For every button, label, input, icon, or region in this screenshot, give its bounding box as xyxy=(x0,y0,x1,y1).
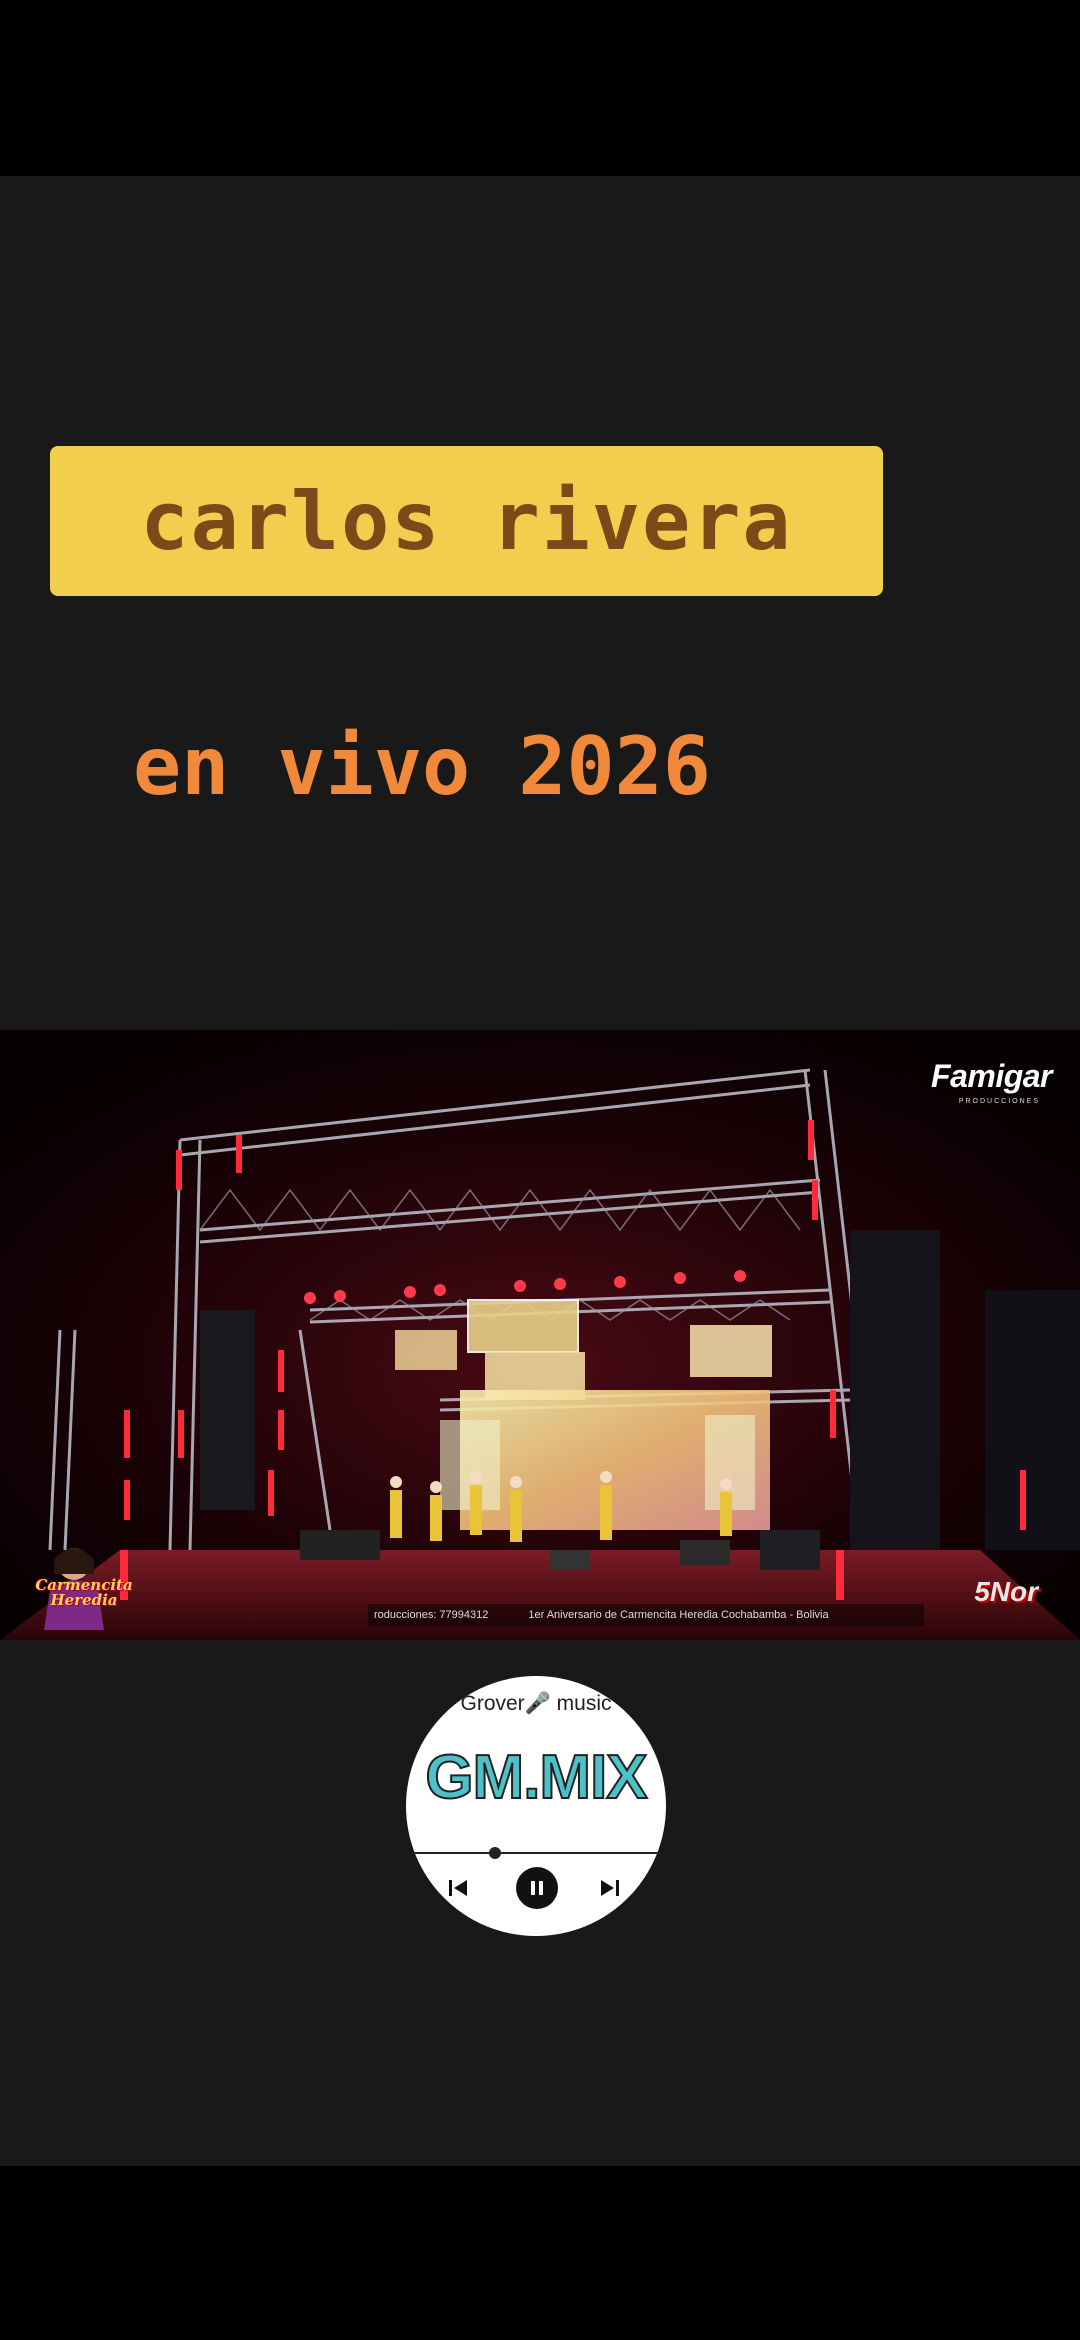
progress-track[interactable] xyxy=(414,1852,658,1854)
title-label-box: carlos rivera xyxy=(50,446,883,596)
famigar-watermark: Famigar xyxy=(931,1058,1052,1094)
concert-video-frame[interactable]: Famigar PRODUCCIONES Carmencita Heredia … xyxy=(0,1030,1080,1640)
skip-next-icon[interactable] xyxy=(596,1872,624,1904)
pause-icon[interactable] xyxy=(516,1867,558,1909)
famigar-watermark-sub: PRODUCCIONES xyxy=(958,1098,1040,1105)
progress-knob[interactable] xyxy=(488,1847,501,1859)
top-black-bar xyxy=(0,0,1080,176)
carmencita-logo: Carmencita Heredia xyxy=(14,1530,133,1630)
ticker-item: 1er Aniversario de Carmencita Heredia Co… xyxy=(528,1609,829,1621)
player-brand-text: GM.MIX xyxy=(424,1742,648,1813)
carmencita-logo-text: Carmencita Heredia xyxy=(35,1576,133,1609)
subtitle-text: en vivo 2026 xyxy=(133,720,711,813)
title-text: carlos rivera xyxy=(140,474,793,568)
music-player-widget[interactable]: Grover🎤 music GM.MIX xyxy=(406,1676,666,1936)
anniversary-logo-text: 5Nor xyxy=(974,1576,1038,1607)
video-ticker: roducciones: 77994312 1er Aniversario de… xyxy=(368,1604,924,1626)
player-top-label: Grover🎤 music xyxy=(460,1692,612,1715)
anniversary-logo: 5Nor xyxy=(964,1558,1064,1628)
concert-stage-image xyxy=(0,1030,1080,1640)
skip-previous-icon[interactable] xyxy=(444,1872,472,1904)
ticker-item: roducciones: 77994312 xyxy=(374,1609,489,1621)
bottom-black-bar xyxy=(0,2166,1080,2340)
